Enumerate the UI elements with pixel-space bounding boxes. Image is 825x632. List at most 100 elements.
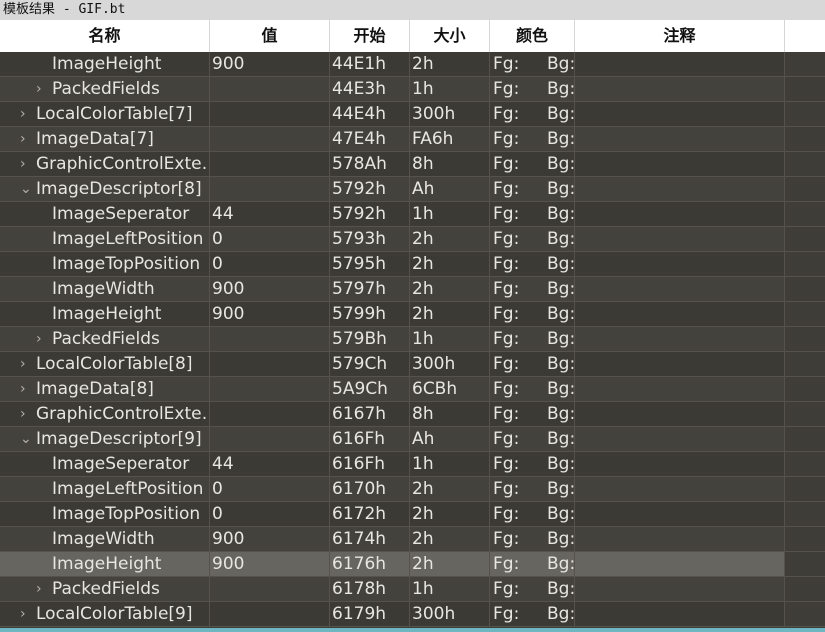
chevron-right-icon[interactable]: › [20,352,26,376]
cell-comment [575,527,785,551]
column-header-color[interactable]: 颜色 [490,20,575,52]
chevron-right-icon[interactable]: › [20,102,26,126]
bg-label: Bg: [547,429,575,449]
chevron-down-icon[interactable]: ⌄ [20,427,32,451]
table-row[interactable]: › GraphicControlExte… 6167h 8h Fg: Bg: [0,402,825,427]
column-header-value[interactable]: 值 [210,20,330,52]
cell-name: › LocalColorTable[9] [0,602,210,626]
row-name: GraphicControlExte… [36,404,210,424]
cell-size: 1h [410,202,490,226]
table-row[interactable]: ImageHeight 900 44E1h 2h Fg: Bg: [0,52,825,77]
cell-start: 6176h [330,552,410,576]
table-row[interactable]: › LocalColorTable[9] 6179h 300h Fg: Bg: [0,602,825,627]
table-row[interactable]: › PackedFields 44E3h 1h Fg: Bg: [0,77,825,102]
cell-value: 44 [210,452,330,476]
table-row[interactable]: › LocalColorTable[8] 579Ch 300h Fg: Bg: [0,352,825,377]
cell-start: 6170h [330,477,410,501]
cell-name: ImageTopPosition [0,252,210,276]
column-header-start[interactable]: 开始 [330,20,410,52]
cell-start: 579Ch [330,352,410,376]
cell-start: 44E4h [330,102,410,126]
cell-size: FA6h [410,127,490,151]
table-row[interactable]: › LocalColorTable[7] 44E4h 300h Fg: Bg: [0,102,825,127]
chevron-right-icon[interactable]: › [36,577,42,601]
table-row[interactable]: › GraphicControlExte… 578Ah 8h Fg: Bg: [0,152,825,177]
cell-comment [575,327,785,351]
chevron-right-icon[interactable]: › [36,77,42,101]
table-row[interactable]: ⌄ ImageDescriptor[9] 616Fh Ah Fg: Bg: [0,427,825,452]
fg-label: Fg: [493,404,520,424]
cell-name: ImageHeight [0,52,210,76]
table-row[interactable]: ImageHeight 900 6176h 2h Fg: Bg: [0,552,825,577]
cell-comment [575,277,785,301]
fg-label: Fg: [493,179,520,199]
table-row[interactable]: ImageSeperator 44 5792h 1h Fg: Bg: [0,202,825,227]
row-name: ImageLeftPosition [52,479,204,499]
cell-color: Fg: Bg: [490,552,575,576]
cell-size: 2h [410,502,490,526]
cell-size: 2h [410,252,490,276]
chevron-right-icon[interactable]: › [20,402,26,426]
column-header-comment[interactable]: 注释 [575,20,785,52]
cell-name: ⌄ ImageDescriptor[8] [0,177,210,201]
cell-color: Fg: Bg: [490,402,575,426]
cell-size: 1h [410,452,490,476]
bg-label: Bg: [547,479,575,499]
cell-start: 5A9Ch [330,377,410,401]
cell-filler [785,452,825,476]
cell-color: Fg: Bg: [490,527,575,551]
table-row[interactable]: ⌄ ImageDescriptor[8] 5792h Ah Fg: Bg: [0,177,825,202]
chevron-right-icon[interactable]: › [20,127,26,151]
row-name: ImageDescriptor[9] [36,429,202,449]
chevron-down-icon[interactable]: ⌄ [20,177,32,201]
cell-color: Fg: Bg: [490,202,575,226]
fg-label: Fg: [493,254,520,274]
table-row[interactable]: ImageSeperator 44 616Fh 1h Fg: Bg: [0,452,825,477]
cell-name: › ImageData[8] [0,377,210,401]
cell-start: 6167h [330,402,410,426]
table-row[interactable]: ImageTopPosition 0 6172h 2h Fg: Bg: [0,502,825,527]
cell-name: ImageHeight [0,552,210,576]
cell-start: 578Ah [330,152,410,176]
chevron-right-icon[interactable]: › [20,602,26,626]
cell-value [210,402,330,426]
table-row[interactable]: ImageHeight 900 5799h 2h Fg: Bg: [0,302,825,327]
cell-color: Fg: Bg: [490,152,575,176]
cell-color: Fg: Bg: [490,452,575,476]
table-row[interactable]: ImageLeftPosition 0 6170h 2h Fg: Bg: [0,477,825,502]
cell-name: ImageLeftPosition [0,477,210,501]
cell-start: 5793h [330,227,410,251]
row-name: ImageHeight [52,554,162,574]
table-row[interactable]: ImageLeftPosition 0 5793h 2h Fg: Bg: [0,227,825,252]
chevron-right-icon[interactable]: › [20,152,26,176]
scrollbar-track[interactable] [0,628,825,632]
cell-comment [575,402,785,426]
table-row[interactable]: › PackedFields 6178h 1h Fg: Bg: [0,577,825,602]
chevron-right-icon[interactable]: › [36,327,42,351]
table-row[interactable]: ImageTopPosition 0 5795h 2h Fg: Bg: [0,252,825,277]
cell-value: 900 [210,52,330,76]
cell-filler [785,402,825,426]
cell-start: 616Fh [330,452,410,476]
fg-label: Fg: [493,429,520,449]
bg-label: Bg: [547,254,575,274]
column-header-size[interactable]: 大小 [410,20,490,52]
cell-value: 900 [210,302,330,326]
table-row[interactable]: ImageWidth 900 5797h 2h Fg: Bg: [0,277,825,302]
cell-name: › GraphicControlExte… [0,402,210,426]
table-row[interactable]: ImageWidth 900 6174h 2h Fg: Bg: [0,527,825,552]
table-row[interactable]: › ImageData[7] 47E4h FA6h Fg: Bg: [0,127,825,152]
row-name: ImageHeight [52,304,162,324]
cell-filler [785,152,825,176]
cell-name: ImageHeight [0,302,210,326]
column-header-name[interactable]: 名称 [0,20,210,52]
bg-label: Bg: [547,129,575,149]
table-row[interactable]: › ImageData[8] 5A9Ch 6CBh Fg: Bg: [0,377,825,402]
chevron-right-icon[interactable]: › [20,377,26,401]
cell-size: 2h [410,302,490,326]
cell-value [210,427,330,451]
cell-value [210,602,330,626]
cell-size: 6CBh [410,377,490,401]
table-row[interactable]: › PackedFields 579Bh 1h Fg: Bg: [0,327,825,352]
cell-comment [575,227,785,251]
